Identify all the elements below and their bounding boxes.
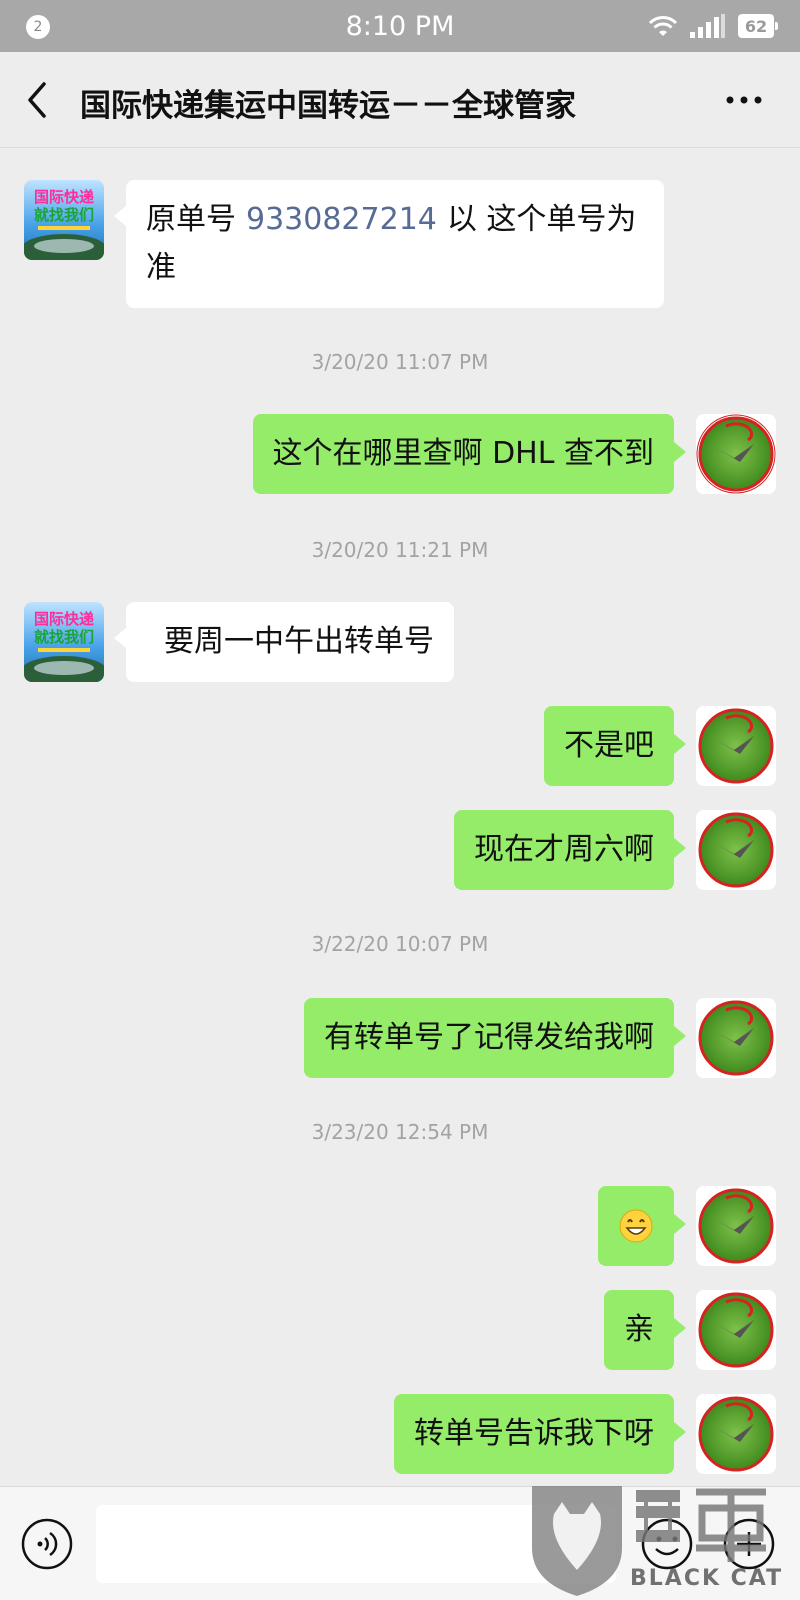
contact-avatar[interactable]: 国际快递 就找我们 xyxy=(24,180,104,260)
add-more-icon[interactable] xyxy=(722,1517,776,1571)
back-arrow-icon[interactable] xyxy=(22,78,52,122)
chat-header: 国际快递集运中国转运－－全球管家 xyxy=(0,52,800,148)
user-avatar[interactable] xyxy=(696,1186,776,1266)
voice-input-icon[interactable] xyxy=(20,1517,74,1571)
user-logo-icon xyxy=(696,414,776,494)
wifi-icon xyxy=(648,16,678,36)
message-sent[interactable]: 不是吧 xyxy=(544,706,686,786)
user-logo-icon xyxy=(696,1290,776,1370)
user-avatar[interactable] xyxy=(696,706,776,786)
user-logo-icon xyxy=(696,1186,776,1266)
user-logo-icon xyxy=(696,998,776,1078)
grinning-emoji-icon xyxy=(619,1209,653,1243)
message-input[interactable] xyxy=(96,1505,616,1583)
message-received[interactable]: 原单号 9330827214 以 这个单号为准 xyxy=(114,180,664,308)
user-avatar[interactable] xyxy=(696,998,776,1078)
timestamp: 3/23/20 12:54 PM xyxy=(311,1120,489,1144)
timestamp: 3/22/20 10:07 PM xyxy=(311,932,489,956)
notification-badge: 2 xyxy=(26,15,50,39)
timestamp: 3/20/20 11:21 PM xyxy=(311,538,489,562)
user-avatar[interactable] xyxy=(696,1290,776,1370)
status-icons: 62 xyxy=(648,12,778,40)
message-text: 原单号 xyxy=(146,202,236,237)
message-sent[interactable]: 亲 xyxy=(604,1290,686,1370)
signal-icon xyxy=(690,14,725,38)
user-logo-icon xyxy=(696,810,776,890)
message-sent[interactable]: 有转单号了记得发给我啊 xyxy=(304,998,686,1078)
logo-line1: 国际快递 xyxy=(34,188,94,206)
chat-messages: 国际快递 就找我们 原单号 9330827214 以 这个单号为准 3/20/20 … xyxy=(0,148,800,1486)
message-received[interactable]: 要周一中午出转单号 xyxy=(114,602,454,682)
logo-line2: 就找我们 xyxy=(34,206,94,224)
message-sent[interactable]: 现在才周六啊 xyxy=(454,810,686,890)
emoji-icon[interactable] xyxy=(640,1517,694,1571)
tracking-number[interactable]: 9330827214 xyxy=(236,202,447,237)
contact-logo-icon: 国际快递 就找我们 xyxy=(24,180,104,260)
message-sent[interactable]: 转单号告诉我下呀 xyxy=(394,1394,686,1474)
contact-avatar[interactable]: 国际快递 就找我们 xyxy=(24,602,104,682)
message-sent[interactable] xyxy=(598,1186,686,1266)
more-options-icon[interactable] xyxy=(722,82,766,118)
timestamp: 3/20/20 11:07 PM xyxy=(311,350,489,374)
message-sent[interactable]: 这个在哪里查啊 DHL 查不到 xyxy=(252,414,687,494)
logo-line2: 就找我们 xyxy=(34,628,94,646)
contact-logo-icon: 国际快递 就找我们 xyxy=(24,602,104,682)
battery-icon: 62 xyxy=(738,14,778,38)
chat-title: 国际快递集运中国转运－－全球管家 xyxy=(80,88,576,124)
user-logo-icon xyxy=(696,706,776,786)
user-logo-icon xyxy=(696,1394,776,1474)
user-avatar[interactable] xyxy=(696,810,776,890)
user-avatar[interactable] xyxy=(696,1394,776,1474)
status-bar: 2 8:10 PM 62 xyxy=(0,0,800,52)
user-avatar[interactable] xyxy=(696,414,776,494)
input-bar xyxy=(0,1486,800,1600)
logo-line1: 国际快递 xyxy=(34,610,94,628)
status-time: 8:10 PM xyxy=(345,10,455,42)
